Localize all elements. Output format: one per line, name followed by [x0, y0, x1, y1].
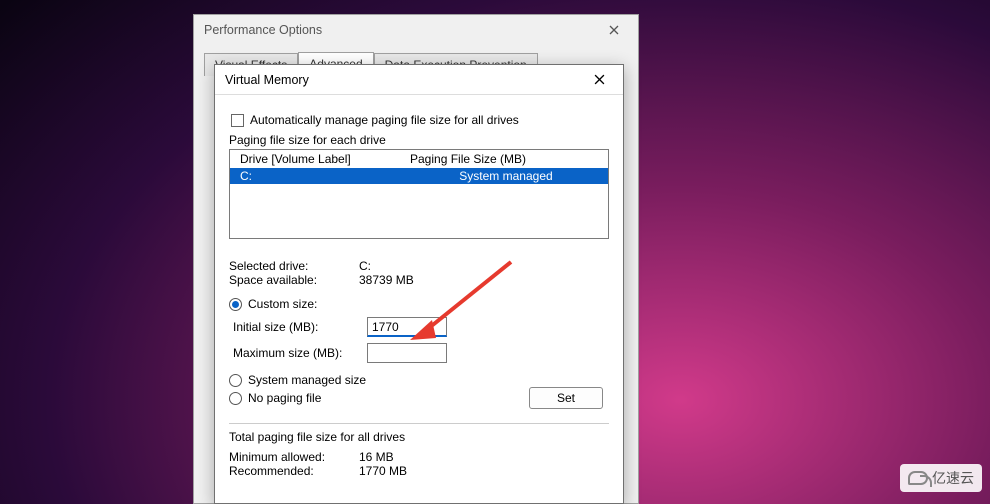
vm-titlebar: Virtual Memory: [215, 65, 623, 95]
max-size-row: Maximum size (MB):: [229, 343, 609, 363]
auto-manage-checkbox[interactable]: [231, 114, 244, 127]
set-button[interactable]: Set: [529, 387, 603, 409]
radio-sysmanaged-icon[interactable]: [229, 374, 242, 387]
initial-size-input[interactable]: [367, 317, 447, 337]
auto-manage-label: Automatically manage paging file size fo…: [250, 113, 519, 127]
auto-manage-row[interactable]: Automatically manage paging file size fo…: [231, 113, 609, 127]
watermark: 亿速云: [900, 464, 982, 492]
drive-pfs: System managed: [410, 169, 602, 183]
vm-title: Virtual Memory: [225, 73, 309, 87]
min-allowed-value: 16 MB: [359, 450, 394, 464]
desktop-background: Performance Options Visual Effects Advan…: [0, 0, 990, 504]
drive-list-header: Drive [Volume Label] Paging File Size (M…: [230, 150, 608, 168]
radio-custom-size[interactable]: Custom size:: [229, 297, 609, 311]
col-pfs-label: Paging File Size (MB): [410, 152, 526, 166]
col-drive-label: Drive [Volume Label]: [240, 152, 410, 166]
vm-close-button[interactable]: [579, 66, 619, 94]
max-size-label: Maximum size (MB):: [229, 346, 359, 360]
min-allowed-label: Minimum allowed:: [229, 450, 359, 464]
initial-size-label: Initial size (MB):: [229, 320, 359, 334]
selected-drive-value: C:: [359, 259, 371, 273]
recommended-value: 1770 MB: [359, 464, 407, 478]
radio-custom-icon[interactable]: [229, 298, 242, 311]
totals-label: Total paging file size for all drives: [229, 430, 609, 444]
radio-system-managed[interactable]: System managed size: [229, 373, 609, 387]
radio-nopaging-icon[interactable]: [229, 392, 242, 405]
drive-row-c[interactable]: C: System managed: [230, 168, 608, 184]
recommended-label: Recommended:: [229, 464, 359, 478]
space-available-value: 38739 MB: [359, 273, 414, 287]
paging-group-label: Paging file size for each drive: [229, 133, 609, 147]
selected-drive-label: Selected drive:: [229, 259, 359, 273]
performance-options-title: Performance Options: [204, 23, 322, 37]
virtual-memory-dialog: Virtual Memory Automatically manage pagi…: [214, 64, 624, 504]
parent-close-button[interactable]: [596, 18, 632, 42]
drive-list[interactable]: Drive [Volume Label] Paging File Size (M…: [229, 149, 609, 239]
vm-body: Automatically manage paging file size fo…: [215, 95, 623, 478]
watermark-logo-icon: [908, 471, 928, 485]
space-available-label: Space available:: [229, 273, 359, 287]
radio-sysmanaged-label: System managed size: [248, 373, 366, 387]
divider: [229, 423, 609, 424]
selected-drive-info: Selected drive: C: Space available: 3873…: [229, 259, 609, 287]
max-size-input[interactable]: [367, 343, 447, 363]
watermark-text: 亿速云: [932, 468, 974, 488]
performance-options-titlebar: Performance Options: [194, 15, 638, 45]
drive-name: C:: [240, 169, 410, 183]
initial-size-row: Initial size (MB):: [229, 317, 609, 337]
radio-nopaging-label: No paging file: [248, 391, 321, 405]
radio-custom-label: Custom size:: [248, 297, 317, 311]
